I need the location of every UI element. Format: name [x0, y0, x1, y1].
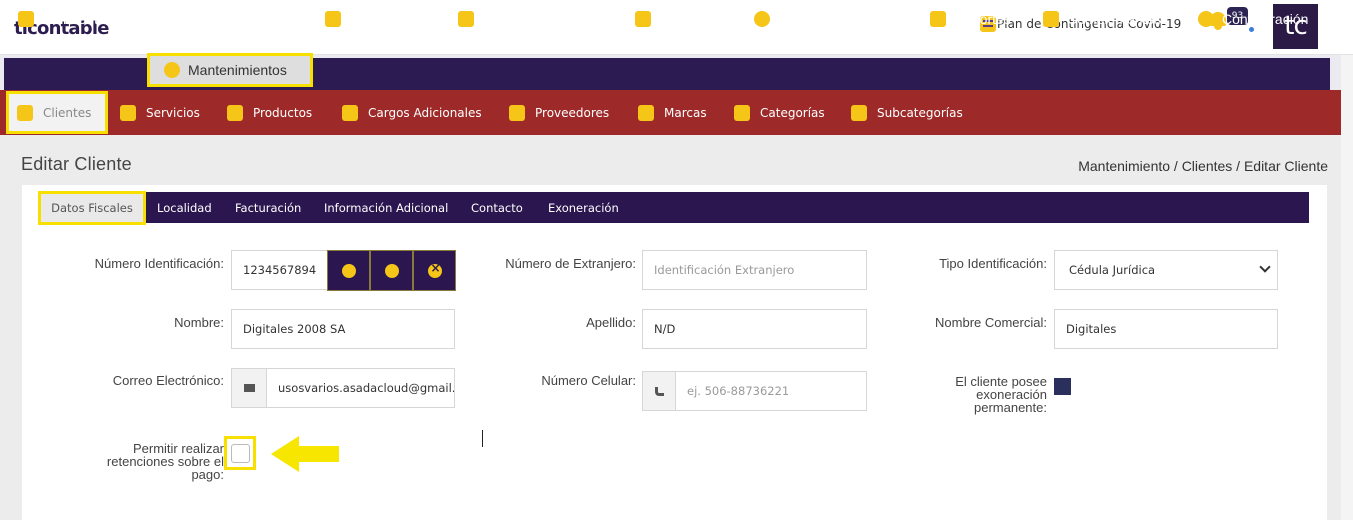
nav-mi-ticontable[interactable]: Mi Ticontable	[18, 3, 124, 35]
subnav-label: Servicios	[146, 105, 200, 120]
nav-label: Facturación	[349, 11, 423, 27]
label-correo: Correo Electrónico:	[112, 373, 224, 388]
label-apellido: Apellido:	[586, 315, 636, 330]
nav-reportes[interactable]: Reportes	[930, 3, 1011, 35]
lookup-button-1[interactable]	[327, 250, 370, 291]
category-icon	[734, 104, 750, 121]
nav-compras-gastos[interactable]: Compras y Gastos	[754, 3, 894, 35]
nav-configuracion[interactable]: Configuración	[1198, 3, 1308, 35]
subnav-proveedores[interactable]: Proveedores	[509, 90, 609, 135]
nombre-comercial-input[interactable]: Digitales	[1054, 309, 1278, 349]
search-icon	[341, 263, 356, 278]
nav-complementos[interactable]: Complementos	[1043, 3, 1161, 35]
scrollbar[interactable]	[1341, 55, 1353, 520]
retenciones-checkbox[interactable]	[231, 444, 250, 463]
subnav-label: Proveedores	[535, 105, 610, 120]
flag-icon	[638, 104, 654, 121]
nav-facturacion[interactable]: Facturación	[325, 3, 422, 35]
tab-contacto[interactable]: Contacto	[471, 192, 523, 223]
layers-icon	[227, 104, 243, 121]
nav-label: Mi Ticontable	[42, 11, 125, 27]
plus-icon	[1043, 11, 1059, 27]
tab-facturacion[interactable]: Facturación	[235, 192, 301, 223]
supplier-icon	[509, 104, 525, 121]
numero-extranjero-input[interactable]: Identificación Extranjero	[642, 250, 867, 290]
tab-bar	[38, 192, 1309, 223]
phone-icon	[654, 386, 664, 396]
clear-button[interactable]	[413, 250, 456, 291]
label-retenciones-line3: pago:	[191, 467, 224, 482]
nav-label: Inventario	[659, 11, 721, 27]
close-icon	[427, 261, 442, 278]
subnav-marcas[interactable]: Marcas	[638, 90, 707, 135]
tab-exoneracion[interactable]: Exoneración	[548, 192, 619, 223]
subnav-cargos-adicionales[interactable]: Cargos Adicionales	[342, 90, 482, 135]
tab-informacion-adicional[interactable]: Información Adicional	[324, 192, 448, 223]
lookup-button-2[interactable]	[370, 250, 413, 291]
tipo-identificacion-select[interactable]: Cédula Jurídica	[1054, 250, 1278, 290]
subnav-servicios[interactable]: Servicios	[120, 90, 200, 135]
subnav-label: Subcategorías	[877, 105, 963, 120]
select-value: Cédula Jurídica	[1069, 263, 1156, 277]
subnav-label: Marcas	[664, 105, 707, 120]
phone-addon	[642, 371, 676, 411]
tab-localidad[interactable]: Localidad	[157, 192, 212, 223]
boxes-icon	[635, 11, 651, 27]
nav-mantenimientos[interactable]: Mantenimientos	[147, 53, 313, 87]
apellido-input[interactable]: N/D	[642, 309, 867, 349]
numero-identificacion-input[interactable]: 1234567894	[231, 250, 328, 290]
celular-input[interactable]: ej. 506-88736221	[675, 371, 867, 411]
label-tipo-identificacion: Tipo Identificación:	[939, 256, 1047, 271]
correo-input[interactable]: usosvarios.asadacloud@gmail.com	[266, 368, 455, 408]
service-icon	[120, 104, 136, 121]
label-nombre: Nombre:	[174, 315, 224, 330]
nav-inventario[interactable]: Inventario	[635, 3, 720, 35]
subnav-productos[interactable]: Productos	[227, 90, 312, 135]
subnav-label: Productos	[253, 105, 313, 120]
subnav-clientes[interactable]: Clientes	[6, 91, 108, 134]
subnav-label: Categorías	[760, 105, 825, 120]
cart-icon	[458, 11, 474, 27]
tab-datos-fiscales[interactable]: Datos Fiscales	[38, 191, 146, 225]
nav-label: Mantenimientos	[188, 62, 287, 78]
subnav-categorias[interactable]: Categorías	[734, 90, 825, 135]
nombre-input[interactable]: Digitales 2008 SA	[231, 309, 455, 349]
subnav-label: Cargos Adicionales	[368, 105, 482, 120]
arrow-left-icon	[271, 436, 339, 472]
chevron-down-icon	[1259, 261, 1271, 273]
home-icon	[18, 11, 34, 27]
text-cursor	[482, 430, 483, 447]
search-icon	[384, 263, 399, 278]
label-numero-extranjero: Número de Extranjero:	[505, 256, 636, 271]
nav-ventas-cobranza[interactable]: Ventas y Cobranza	[458, 3, 600, 35]
subnav-subcategorias[interactable]: Subcategorías	[851, 90, 963, 135]
cog-icon	[1198, 11, 1214, 27]
client-card-icon	[17, 104, 33, 121]
label-numero-identificacion: Número Identificación:	[94, 256, 224, 271]
nav-label: Configuración	[1222, 11, 1309, 27]
page-title: Editar Cliente	[21, 154, 132, 174]
gear-icon	[164, 62, 180, 78]
invoice-icon	[325, 11, 341, 27]
nav-label: Compras y Gastos	[778, 11, 894, 27]
exoneracion-permanente-checkbox[interactable]	[1054, 378, 1071, 395]
label-exoneracion-line3: permanente:	[974, 400, 1047, 415]
envelope-icon	[243, 384, 255, 392]
subnav-label: Clientes	[43, 105, 92, 120]
nav-label: Reportes	[954, 11, 1011, 27]
charges-icon	[342, 104, 358, 121]
nav-label: Complementos	[1067, 11, 1162, 27]
label-nombre-comercial: Nombre Comercial:	[935, 315, 1047, 330]
chart-icon	[930, 11, 946, 27]
label-celular: Número Celular:	[541, 373, 636, 388]
email-addon	[231, 368, 267, 408]
money-bag-icon	[754, 11, 770, 27]
subcategory-icon	[851, 104, 867, 121]
nav-label: Ventas y Cobranza	[482, 11, 601, 27]
breadcrumb: Mantenimiento / Clientes / Editar Client…	[1078, 158, 1328, 174]
